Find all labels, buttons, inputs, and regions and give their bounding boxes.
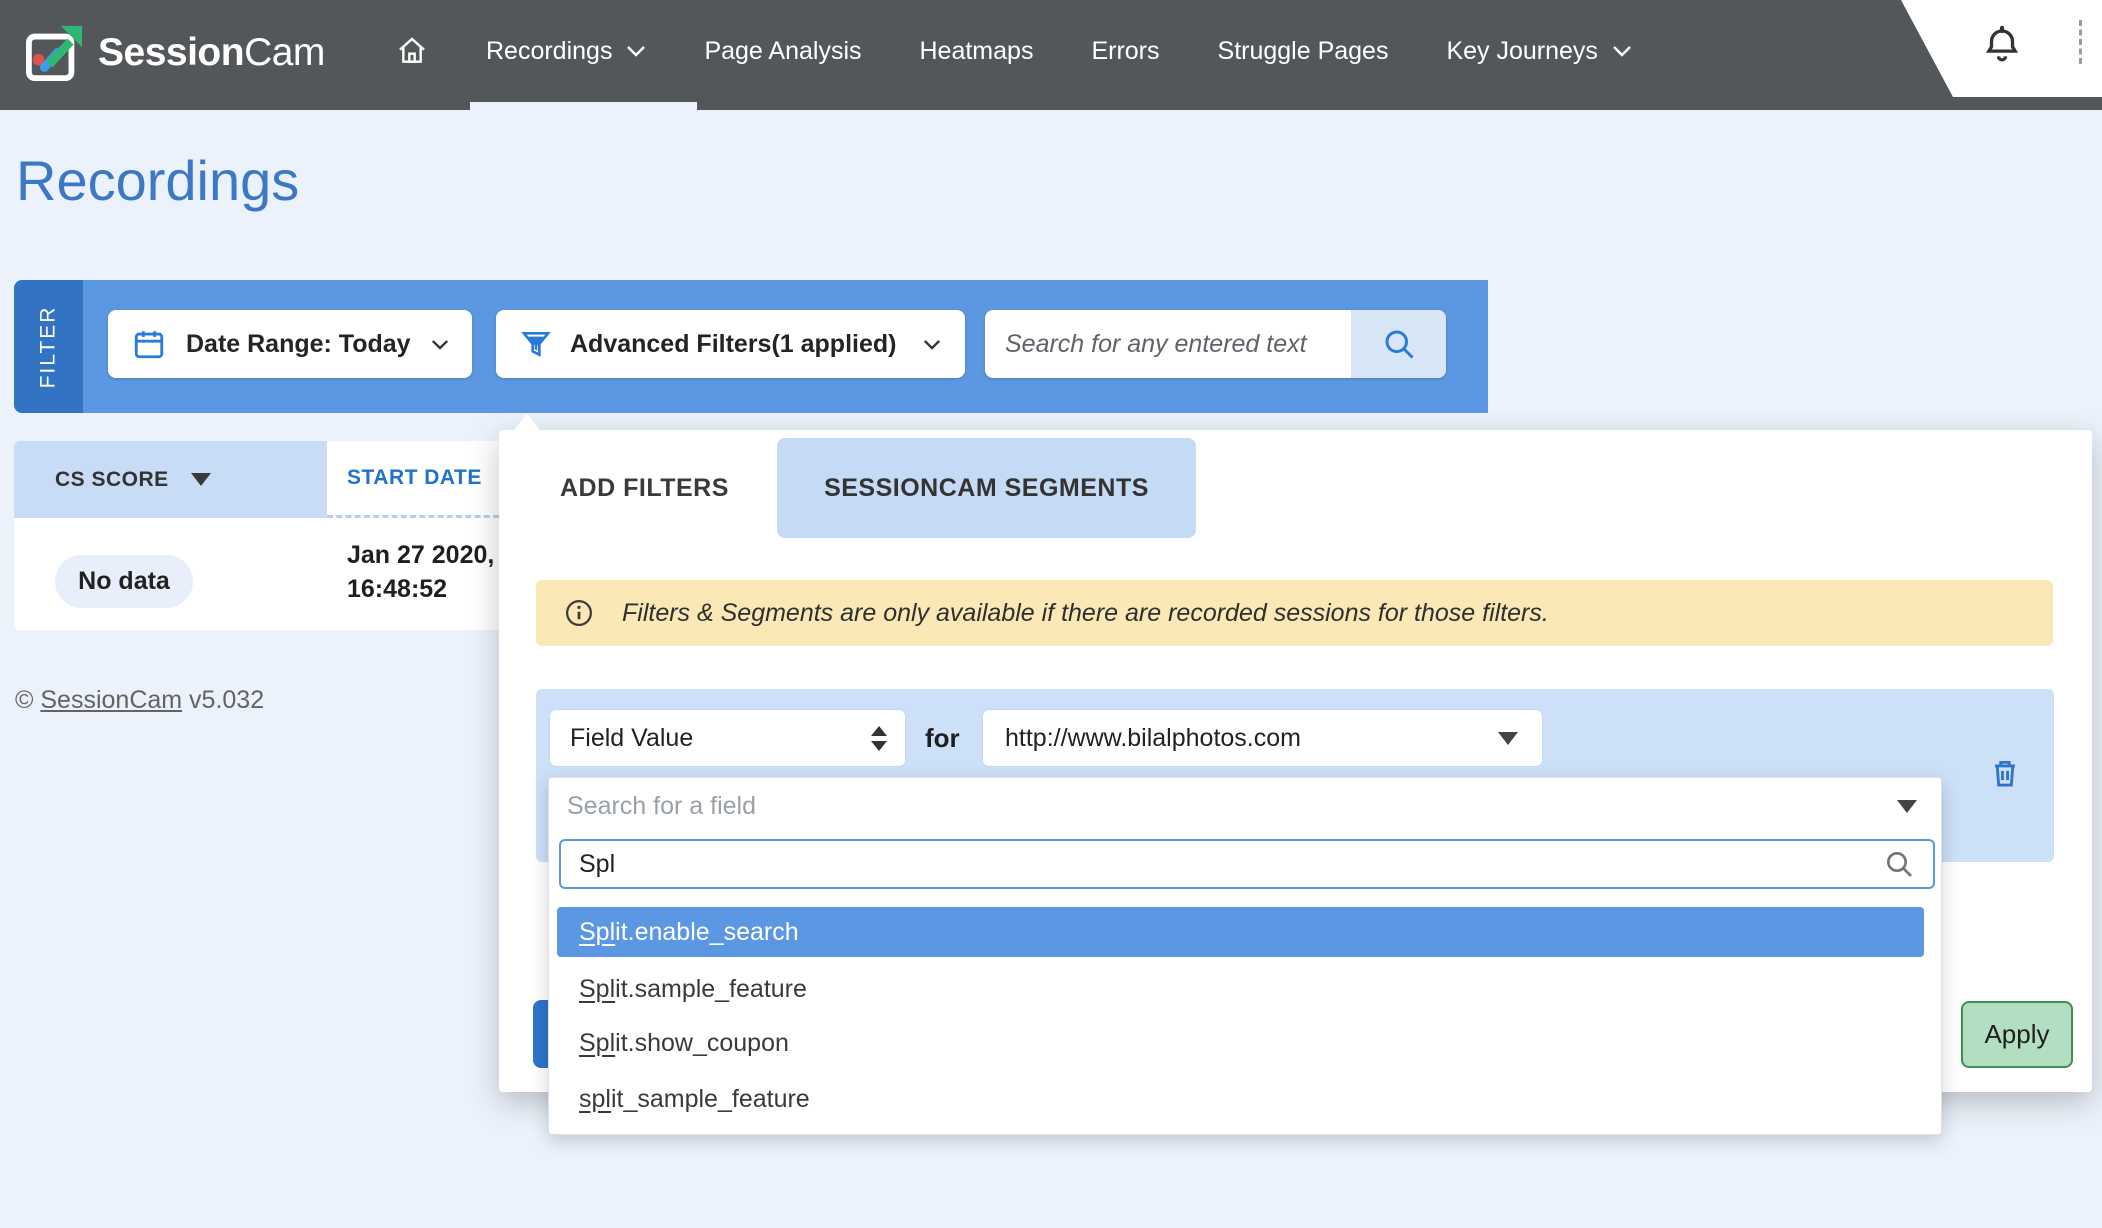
sessioncam-link[interactable]: SessionCam <box>40 686 182 714</box>
search-button[interactable] <box>1351 310 1446 378</box>
navbar-corner-wedge <box>1901 0 2102 97</box>
home-icon[interactable] <box>396 35 428 67</box>
apply-button[interactable]: Apply <box>1961 1001 2073 1068</box>
info-banner-text: Filters & Segments are only available if… <box>622 599 1549 628</box>
advanced-filters-label: Advanced Filters(1 applied) <box>570 330 896 359</box>
kebab-menu-icon[interactable] <box>2079 20 2082 64</box>
chevron-down-icon <box>923 339 941 350</box>
active-tab-notch <box>470 102 697 110</box>
panel-pointer-notch <box>514 414 540 430</box>
page-title: Recordings <box>16 148 299 213</box>
filter-side-tab-label: FILTER <box>37 305 61 388</box>
column-header-start-date[interactable]: START DATE <box>327 441 499 518</box>
field-search-box <box>559 839 1935 889</box>
site-select[interactable]: http://www.bilalphotos.com <box>983 710 1542 766</box>
occluded-blue-button[interactable] <box>533 1000 548 1068</box>
start-date-cell: Jan 27 2020, 16:48:52 <box>347 538 494 606</box>
filter-bar: Date Range: Today Advanced Filters(1 app… <box>83 280 1488 413</box>
field-option-split-sample-feature-2[interactable]: split_sample_feature <box>557 1074 1924 1124</box>
info-icon <box>564 598 594 628</box>
field-search-dropdown: Search for a field Split.enable_search S… <box>548 777 1942 1135</box>
field-select-placeholder: Search for a field <box>567 792 756 821</box>
field-option-split-sample-feature[interactable]: Split.sample_feature <box>557 964 1924 1014</box>
nav-item-page-analysis[interactable]: Page Analysis <box>704 37 861 66</box>
cs-score-badge: No data <box>55 555 193 608</box>
tab-sessioncam-segments[interactable]: SESSIONCAM SEGMENTS <box>777 438 1196 538</box>
top-navbar: SessionCam Recordings Page Analysis Heat… <box>0 0 2102 110</box>
table-row[interactable]: No data Jan 27 2020, 16:48:52 <box>14 518 499 630</box>
search-icon <box>1883 848 1933 880</box>
date-range-label: Date Range: Today <box>186 330 411 359</box>
calendar-icon <box>132 326 166 362</box>
for-label: for <box>925 710 960 766</box>
sessioncam-logo[interactable]: SessionCam <box>26 24 325 82</box>
funnel-icon <box>520 327 552 361</box>
nav-item-key-journeys[interactable]: Key Journeys <box>1446 37 1631 66</box>
nav-item-struggle-pages[interactable]: Struggle Pages <box>1218 37 1389 66</box>
sessioncam-logo-icon <box>26 24 84 82</box>
logo-wordmark: SessionCam <box>98 31 325 75</box>
nav-item-errors[interactable]: Errors <box>1091 37 1159 66</box>
advanced-filters-panel: ADD FILTERS SESSIONCAM SEGMENTS Filters … <box>499 430 2092 1092</box>
field-option-split-enable-search[interactable]: Split.enable_search <box>557 907 1924 957</box>
dropdown-arrow-icon <box>1498 732 1518 745</box>
advanced-filters-button[interactable]: Advanced Filters(1 applied) <box>496 310 965 378</box>
date-range-button[interactable]: Date Range: Today <box>108 310 472 378</box>
dropdown-arrow-icon <box>1897 800 1917 813</box>
nav-item-heatmaps[interactable]: Heatmaps <box>920 37 1034 66</box>
chevron-down-icon <box>431 339 449 350</box>
info-banner: Filters & Segments are only available if… <box>536 580 2053 646</box>
text-search-box <box>985 310 1446 378</box>
column-header-cs-score[interactable]: CS SCORE <box>14 441 327 518</box>
text-search-input[interactable] <box>985 330 1351 359</box>
nav-menu: Recordings Page Analysis Heatmaps Errors… <box>396 0 1632 102</box>
field-search-input[interactable] <box>561 850 1883 879</box>
chevron-down-icon <box>1612 45 1632 57</box>
sort-desc-icon <box>191 473 211 486</box>
copyright-footer: © SessionCam v5.032 <box>15 686 264 715</box>
filter-side-tab[interactable]: FILTER <box>14 280 83 413</box>
nav-item-recordings[interactable]: Recordings <box>486 37 646 66</box>
notifications-bell-icon[interactable] <box>1981 24 2023 66</box>
search-icon <box>1381 326 1417 362</box>
field-option-split-show-coupon[interactable]: Split.show_coupon <box>557 1018 1924 1068</box>
chevron-down-icon <box>626 45 646 57</box>
delete-filter-icon[interactable] <box>1988 755 2022 791</box>
tab-add-filters[interactable]: ADD FILTERS <box>560 438 729 538</box>
field-select-collapsed[interactable]: Search for a field <box>549 778 1941 835</box>
field-type-select[interactable]: Field Value <box>550 710 905 766</box>
up-down-arrows-icon <box>871 726 887 751</box>
